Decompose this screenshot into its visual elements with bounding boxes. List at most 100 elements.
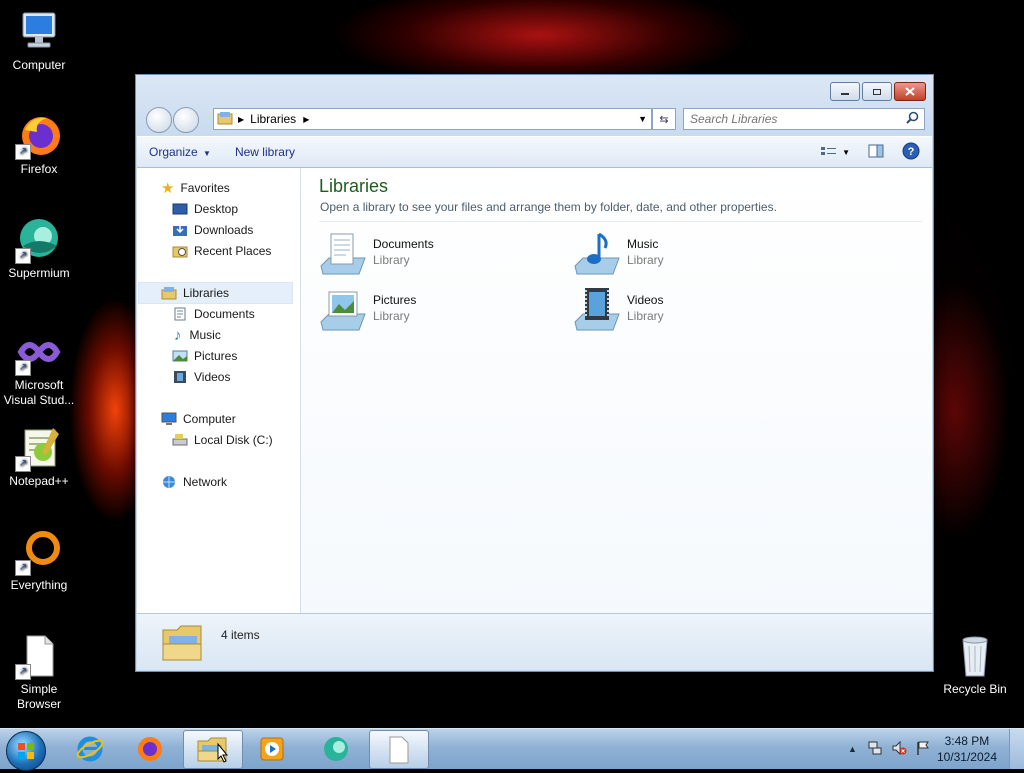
search-box[interactable] <box>683 108 925 130</box>
organize-button[interactable]: Organize ▼ <box>137 145 223 159</box>
library-item-videos[interactable]: Videos Library <box>573 286 803 334</box>
supermium-icon <box>324 736 348 761</box>
downloads-icon <box>173 224 187 236</box>
explorer-window: ▶ Libraries ▶ ▼ ⇆ Organize ▼ New library… <box>135 74 934 672</box>
network-tray-icon[interactable] <box>867 740 883 759</box>
preview-pane-button[interactable] <box>868 144 884 161</box>
firefox-icon <box>138 736 162 761</box>
desktop-icon-everything[interactable]: ↗ Everything <box>0 528 78 593</box>
page-title: Libraries <box>319 176 389 196</box>
nav-label: Local Disk (C:) <box>194 433 273 447</box>
taskbar-firefox[interactable] <box>121 730 179 767</box>
clock-date: 10/31/2024 <box>936 750 997 764</box>
computer-icon <box>161 412 177 425</box>
nav-favorites[interactable]: ★ Favorites <box>161 178 230 198</box>
show-hidden-icons-button[interactable]: ▲ <box>848 744 857 754</box>
content-area: ★ Favorites Desktop Downloads Recent Pla… <box>137 168 932 613</box>
nav-videos[interactable]: Videos <box>172 367 230 387</box>
refresh-button[interactable]: ⇆ <box>652 108 676 130</box>
recycle-bin-icon <box>951 632 999 680</box>
nav-label: Music <box>189 328 221 342</box>
search-input[interactable] <box>684 111 906 127</box>
nav-documents[interactable]: Documents <box>172 304 255 324</box>
forward-button[interactable] <box>173 107 199 133</box>
change-view-button[interactable]: ▼ <box>820 145 850 159</box>
minimize-button[interactable] <box>830 82 860 101</box>
nav-network[interactable]: Network <box>161 472 227 492</box>
volume-muted-icon[interactable] <box>891 740 907 759</box>
library-type: Library <box>627 253 664 267</box>
library-folder-icon <box>217 111 233 128</box>
nav-downloads[interactable]: Downloads <box>172 220 253 240</box>
start-button[interactable] <box>6 731 46 771</box>
desktop-icon-visual-studio[interactable]: ↗ Microsoft Visual Stud... <box>0 328 78 408</box>
pictures-library-icon <box>319 286 367 334</box>
address-bar[interactable]: ▶ Libraries ▶ ▼ <box>213 108 652 130</box>
pictures-icon <box>172 350 188 362</box>
taskbar-supermium[interactable] <box>307 730 365 767</box>
library-type: Library <box>373 253 410 267</box>
taskbar-simple-browser[interactable] <box>369 730 429 769</box>
desktop-icon-label: Recycle Bin <box>943 682 1007 696</box>
desktop-icon-label: Notepad++ <box>9 474 69 488</box>
nav-music[interactable]: ♪ Music <box>172 325 221 345</box>
nav-label: Recent Places <box>194 244 272 258</box>
new-library-button[interactable]: New library <box>223 145 307 159</box>
hard-drive-icon <box>172 434 188 446</box>
library-item-documents[interactable]: Documents Library <box>319 230 549 278</box>
details-pane: 4 items <box>137 613 932 670</box>
nav-computer[interactable]: Computer <box>161 409 236 429</box>
show-desktop-button[interactable] <box>1009 729 1024 769</box>
search-icon[interactable] <box>906 111 919 127</box>
preview-pane-icon <box>868 144 884 157</box>
desktop-icon-recycle-bin[interactable]: Recycle Bin <box>936 632 1014 697</box>
nav-pictures[interactable]: Pictures <box>172 346 237 366</box>
desktop-icon-label: Firefox <box>20 162 58 176</box>
desktop-icon-notepadpp[interactable]: ↗ Notepad++ <box>0 424 78 489</box>
nav-libraries[interactable]: Libraries <box>138 282 293 304</box>
nav-label: Network <box>183 475 228 489</box>
nav-recent-places[interactable]: Recent Places <box>172 241 271 261</box>
breadcrumb-libraries[interactable]: Libraries <box>250 112 296 126</box>
nav-label: Downloads <box>194 223 254 237</box>
action-center-flag-icon[interactable] <box>915 740 931 759</box>
taskbar-windows-explorer[interactable] <box>183 730 243 769</box>
navigation-bar: ▶ Libraries ▶ ▼ ⇆ <box>144 105 926 133</box>
library-item-music[interactable]: Music Library <box>573 230 803 278</box>
nav-label: Documents <box>194 307 255 321</box>
chevron-down-icon: ▼ <box>203 149 211 158</box>
desktop-icon-simple-browser[interactable]: ↗ Simple Browser <box>0 632 78 712</box>
desktop-icon-label: Simple Browser <box>16 682 61 711</box>
breadcrumb-separator-icon: ▶ <box>238 114 245 124</box>
desktop-icon-label: Microsoft Visual Stud... <box>3 378 75 407</box>
libraries-folder-icon <box>159 618 207 669</box>
refresh-icon: ⇆ <box>659 113 669 126</box>
back-button[interactable] <box>146 107 172 133</box>
address-dropdown-icon[interactable]: ▼ <box>638 114 647 124</box>
maximize-button[interactable] <box>862 82 892 101</box>
breadcrumb-chevron-icon[interactable]: ▶ <box>303 115 309 124</box>
firefox-icon: ↗ <box>15 112 63 160</box>
desktop-icon-supermium[interactable]: ↗ Supermium <box>0 216 78 281</box>
windows-logo-icon <box>18 743 34 759</box>
clock[interactable]: 3:48 PM 10/31/2024 <box>937 733 997 765</box>
desktop-icon-label: Everything <box>10 578 68 592</box>
help-icon: ? <box>902 142 920 159</box>
nav-label: Desktop <box>194 202 239 216</box>
nav-desktop[interactable]: Desktop <box>172 199 238 219</box>
libraries-icon <box>161 287 177 300</box>
help-button[interactable]: ? <box>902 142 920 163</box>
desktop-icon-label: Supermium <box>8 266 70 280</box>
desktop-icon-computer[interactable]: Computer <box>0 8 78 73</box>
nav-label: Pictures <box>194 349 238 363</box>
nav-local-disk[interactable]: Local Disk (C:) <box>172 430 273 450</box>
taskbar-media-player[interactable] <box>243 730 301 767</box>
library-item-pictures[interactable]: Pictures Library <box>319 286 549 334</box>
close-button[interactable] <box>894 82 926 101</box>
desktop-icon-firefox[interactable]: ↗ Firefox <box>0 112 78 177</box>
videos-icon <box>174 371 186 383</box>
library-name: Pictures <box>373 293 417 307</box>
taskbar-internet-explorer[interactable] <box>61 730 119 767</box>
item-count: 4 items <box>221 628 260 642</box>
view-options-icon <box>821 147 837 155</box>
